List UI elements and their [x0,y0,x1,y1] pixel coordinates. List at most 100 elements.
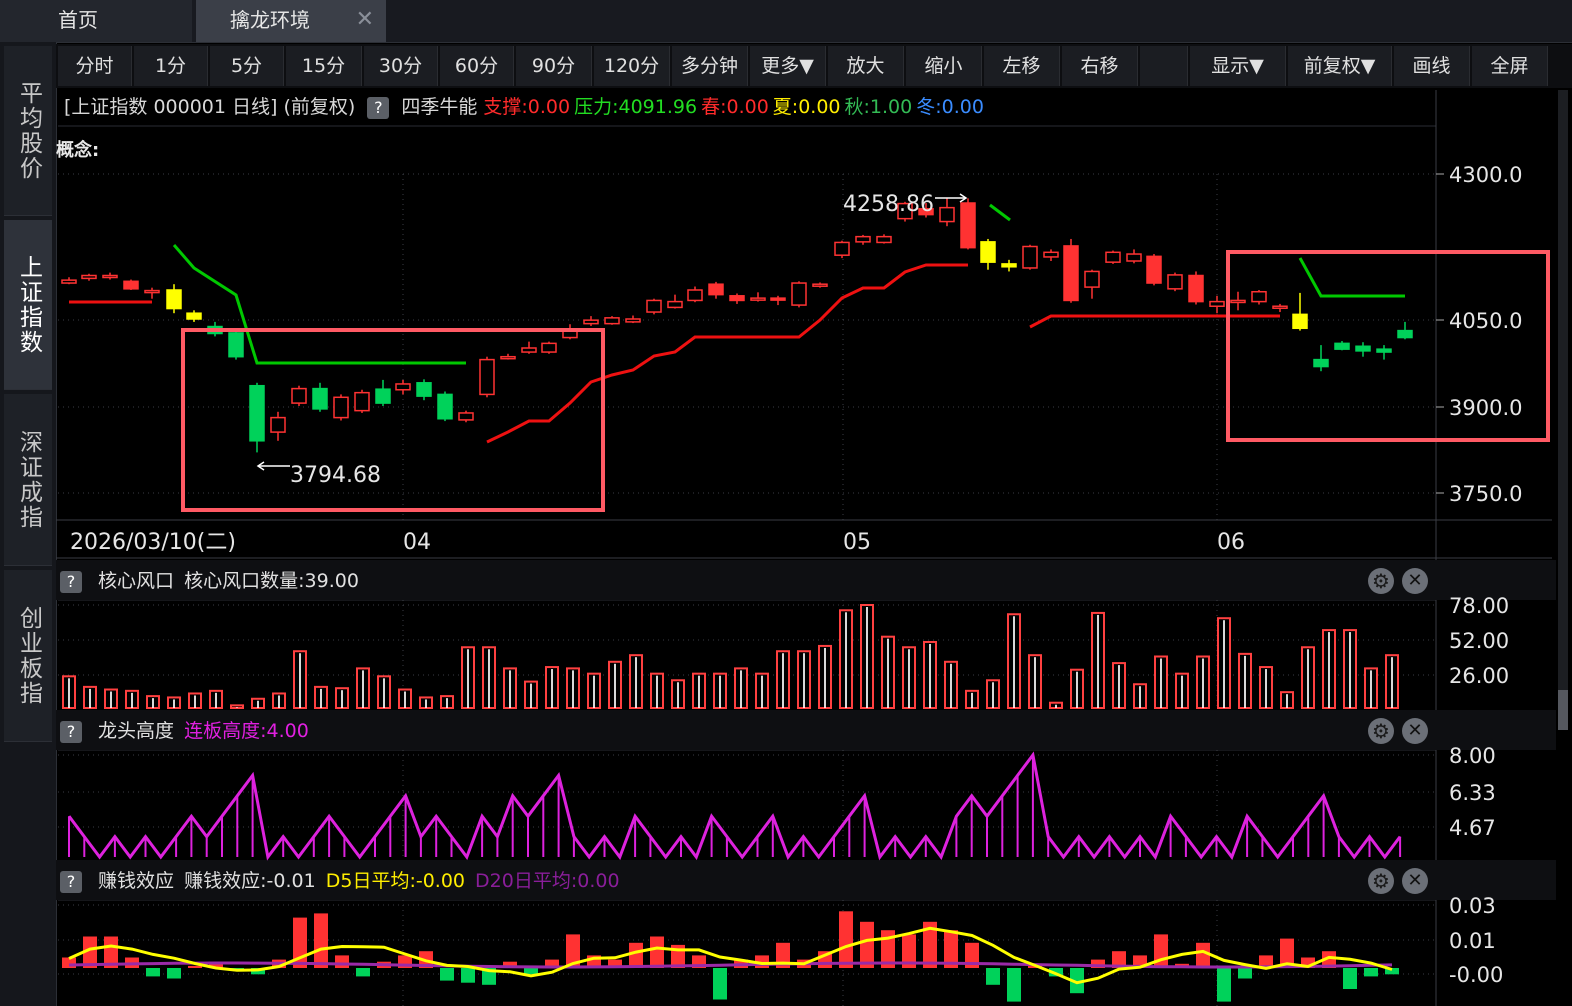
high-price-label: 4258.86 [843,192,934,217]
candle-body [61,279,77,284]
candle-body [1251,290,1267,303]
candle-body [333,396,349,419]
candle-body [583,319,599,325]
candle-body [625,318,641,323]
candle-body [729,295,745,302]
panel1-tick-label: 78.00 [1449,594,1509,618]
candle-body [1146,255,1162,284]
date-label: 06 [1217,530,1245,555]
gear-icon[interactable]: ⚙ [1368,718,1394,744]
candle-body [1105,251,1121,263]
panel2-name: 龙头高度 [98,720,175,742]
scrollbar-thumb[interactable] [1558,690,1568,730]
candle-body [646,299,662,313]
panel3-tick-label: 0.01 [1449,929,1496,953]
candle-body [604,317,620,325]
price-candles [61,198,1413,453]
panel1-bars [62,604,1399,710]
panel3-bar [62,957,76,968]
candle-body [791,282,807,306]
candle-body [939,206,955,223]
low-price-label: 3794.68 [290,463,381,488]
panel1-title: ? 核心风口 核心风口数量:39.00 [56,565,359,597]
panel3-bar [650,936,664,968]
candle-body [708,283,724,296]
candle-body [416,382,432,397]
panel3-tick-label: 0.03 [1449,894,1496,918]
panel3-bar [188,965,202,968]
panel3-bar [713,968,727,1000]
panel2-tick-label: 8.00 [1449,744,1496,768]
candle-body [312,387,328,410]
close-icon[interactable]: ✕ [1402,718,1428,744]
d20-line [68,961,1393,969]
panel2-stat: 连板高度:4.00 [184,720,309,742]
panel3-tick-label: -0.00 [1449,963,1503,987]
panel3-bar [314,913,328,968]
support-line [1029,314,1280,329]
candle-body [1355,345,1371,352]
candle-body [1334,342,1350,350]
candle-body [770,297,786,301]
panel1-stat: 核心风口数量:39.00 [184,570,359,592]
support-line [486,263,968,444]
panel3-d20: D20日平均:0.00 [475,870,620,892]
price-lines [69,203,1405,444]
candle-body [437,393,453,420]
panel2-title: ? 龙头高度 连板高度:4.00 [56,715,309,747]
panel3-title: ? 赚钱效应 赚钱效应:-0.01 D5日平均:-0.00 D20日平均:0.0… [56,865,620,897]
date-label: 2026/03/10(二) [70,530,236,555]
candle-body [1376,348,1392,353]
candle-body [479,358,495,396]
help-icon[interactable]: ? [60,570,82,593]
candle-body [81,274,97,280]
candle-body [960,202,976,249]
pressure-line [989,203,1011,222]
panel3-bar [1343,968,1357,989]
scrollbar[interactable] [1558,90,1568,730]
candle-body [521,347,537,353]
panel3-bar [1007,968,1021,1002]
candle-body [1397,329,1413,339]
panel2-line [67,751,1402,861]
candle-body [1230,299,1246,304]
panel1-tick-label: 26.00 [1449,664,1509,688]
candle-body [541,342,557,353]
candle-body [1292,313,1308,330]
candle-body [123,280,139,290]
panel3-name: 赚钱效应 [98,870,175,892]
candle-body [1313,358,1329,368]
candle-body [186,312,202,320]
y-tick-label: 3900.0 [1449,396,1522,420]
candle-body [980,241,996,263]
panel3-bar [986,968,1000,985]
gear-icon[interactable]: ⚙ [1368,868,1394,894]
panel3-bar [524,968,538,975]
gear-icon[interactable]: ⚙ [1368,568,1394,594]
panel1-name: 核心风口 [98,570,175,592]
panel3-bar [1196,942,1210,968]
candle-body [1001,263,1017,268]
candle-body [1126,253,1142,262]
candle-body [812,283,828,287]
panel3-bar [461,968,475,983]
help-icon[interactable]: ? [60,720,82,743]
chart-canvas[interactable]: 4258.86 3794.68 4300.0 4050.0 3900.0 3750.0 7… [0,0,1572,1006]
candle-body [1272,305,1288,309]
candle-body [500,355,516,360]
help-icon[interactable]: ? [60,870,82,893]
panel3-bar [167,968,181,979]
panel3-bar [1364,968,1378,977]
candle-body [1022,245,1038,269]
candle-body [375,388,391,404]
pressure-line [1298,257,1405,298]
panel3-stat: 赚钱效应:-0.01 [184,870,316,892]
close-icon[interactable]: ✕ [1402,868,1428,894]
d5-line [68,926,1393,985]
close-icon[interactable]: ✕ [1402,568,1428,594]
candle-body [834,241,850,256]
candle-body [876,235,892,244]
y-tick-label: 4050.0 [1449,309,1522,333]
y-tick-label: 4300.0 [1449,163,1522,187]
candle-body [750,297,766,301]
